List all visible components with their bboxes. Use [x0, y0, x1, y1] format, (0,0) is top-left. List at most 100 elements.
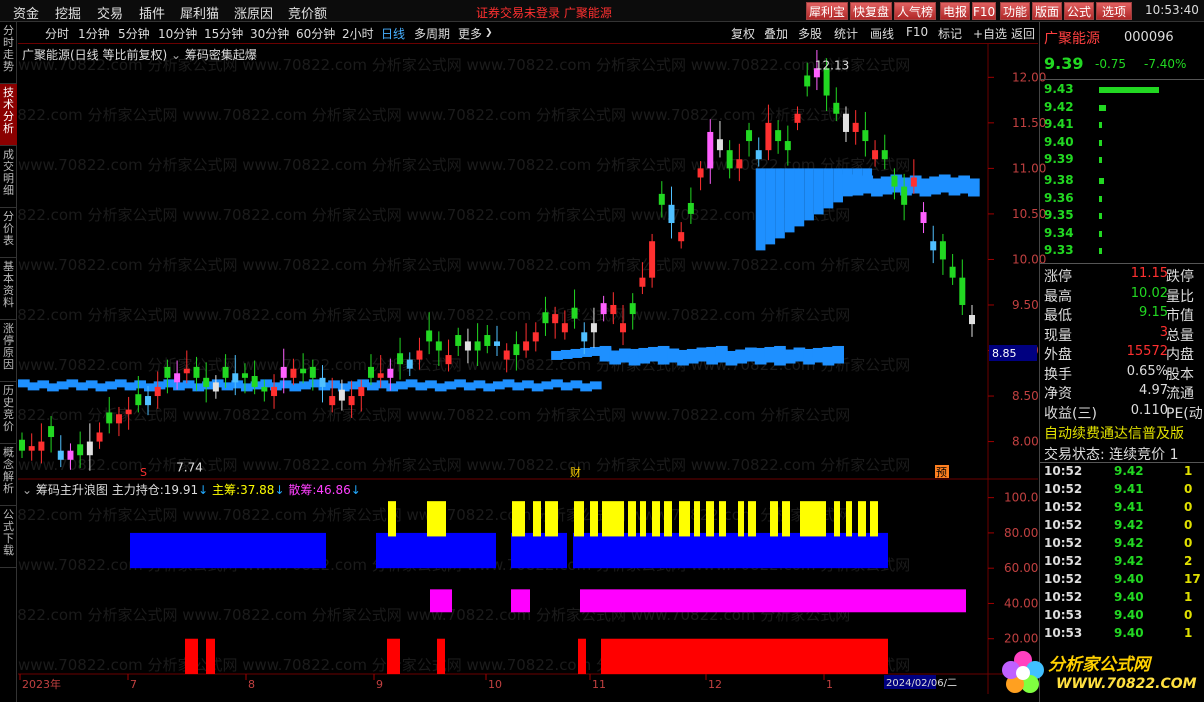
stat-value: 4.97 [1139, 383, 1168, 398]
zhu-label: 主筹: [212, 483, 241, 497]
indicator-bar [664, 501, 672, 537]
ob-price: 9.42 [1044, 99, 1074, 114]
indicator-bar [206, 638, 215, 674]
tick-time: 10:52 [1044, 590, 1083, 604]
indicator-title: ⌄ 筹码主升浪图 主力持仓:19.91↓ 主筹:37.88↓ 散筹:46.86↓ [22, 481, 361, 498]
stat-value: 11.15 [1130, 266, 1168, 281]
indicator-chevron-icon[interactable]: ⌄ [22, 483, 32, 497]
date-tick-label: 2023年 [22, 677, 61, 691]
tick-row: 10:52 9.41 0 [1044, 482, 1204, 500]
candle-body [697, 168, 704, 178]
chip-spike [813, 168, 824, 215]
quote-panel: 广聚能源 000096 9.39 -0.75 -7.40% 9.43 9.42 9.… [1039, 22, 1204, 702]
tick-price: 9.40 [1114, 608, 1144, 622]
ob-volume-bar [1099, 157, 1102, 163]
candle-body [77, 444, 84, 456]
candle-body [38, 441, 45, 451]
candle-body [901, 186, 908, 205]
down-arrow-icon: ↓ [198, 483, 209, 497]
candle-body [348, 396, 355, 406]
indicator-bar [748, 501, 756, 537]
tick-volume: 1 [1184, 590, 1193, 604]
indicator-chevron-icon[interactable]: ⌄ [171, 48, 181, 62]
bid-row: 9.36 [1044, 191, 1204, 208]
logo-url: WWW.70822.COM [1056, 676, 1197, 692]
ask-row: 9.39 [1044, 152, 1204, 169]
tick-row: 10:52 9.41 0 [1044, 500, 1204, 518]
ask-row: 9.41 [1044, 117, 1204, 134]
ob-price: 9.36 [1044, 190, 1074, 205]
indicator-bar [782, 501, 790, 537]
indicator-bar [870, 501, 878, 537]
indicator-bar [719, 501, 726, 537]
candle-body [222, 366, 229, 378]
ob-volume-bar [1099, 230, 1102, 237]
candle-body [397, 353, 404, 365]
indicator-bar [533, 501, 541, 537]
chip-spike [794, 168, 805, 227]
candle-body [232, 373, 239, 383]
stock-change: -0.75 [1095, 57, 1127, 71]
main-indicator-name[interactable]: 筹码密集起爆 [185, 48, 257, 62]
stat-label-right: 市值 [1166, 308, 1194, 324]
stat-label: 外盘 [1044, 347, 1072, 363]
candle-body [726, 150, 733, 169]
ob-price: 9.38 [1044, 173, 1074, 187]
ob-price: 9.39 [1044, 152, 1074, 166]
candle-body [86, 441, 93, 456]
date-tick-label: 11 [592, 678, 606, 691]
candle-body [261, 386, 268, 392]
stat-value: 15572 [1126, 344, 1168, 359]
indicator-bar [185, 638, 198, 674]
indicator-bar [580, 589, 966, 613]
indicator-bar [858, 501, 866, 537]
candle-body [174, 373, 181, 383]
candle-body [707, 131, 714, 169]
stat-label-right: 总量 [1166, 327, 1194, 344]
stat-row: 最低 9.15 市值 [1044, 305, 1204, 324]
tick-row: 10:52 9.42 0 [1044, 518, 1204, 536]
ind-tick-label: 40.00 [1004, 596, 1038, 610]
chart-canvas[interactable]: 12.0011.5011.0010.5010.009.509.008.508.0… [0, 0, 1204, 702]
tick-row: 10:52 9.40 17 [1044, 572, 1204, 590]
tick-price: 9.41 [1114, 500, 1144, 514]
tick-volume: 0 [1184, 500, 1193, 514]
chip-spike [765, 168, 776, 245]
cursor-price-label: 8.85 [992, 347, 1017, 360]
candle-body [358, 386, 365, 397]
stat-label-right: PE(动 [1166, 405, 1203, 422]
candle-body [716, 139, 723, 151]
tick-volume: 1 [1184, 464, 1193, 478]
indicator-bar [800, 501, 826, 537]
tick-row: 10:52 9.42 1 [1044, 464, 1204, 482]
ob-price: 9.40 [1044, 134, 1074, 149]
tick-price: 9.41 [1114, 482, 1144, 496]
indicator-name[interactable]: 筹码主升浪图 [36, 483, 108, 497]
candle-body [445, 355, 452, 365]
candle-body [881, 150, 888, 160]
candle-body [406, 359, 413, 369]
tick-time: 10:52 [1044, 536, 1083, 550]
candle-body [135, 394, 142, 406]
chip-spike [784, 168, 795, 233]
tick-time: 10:52 [1044, 572, 1083, 586]
marker-yu: 预 [936, 466, 947, 479]
tick-time: 10:53 [1044, 626, 1083, 640]
candle-body [561, 323, 568, 333]
candle-body [154, 386, 161, 397]
candle-body [106, 412, 113, 424]
tick-price: 9.40 [1114, 626, 1144, 640]
candle-body [949, 266, 956, 278]
candle-body [775, 130, 782, 142]
indicator-bar [601, 638, 888, 674]
stat-label-right: 流通 [1166, 386, 1194, 402]
tick-time: 10:52 [1044, 464, 1083, 478]
bid-row: 9.38 [1044, 173, 1204, 190]
tick-time: 10:52 [1044, 554, 1083, 568]
candle-body [571, 307, 578, 319]
scroll-notice: 自动续费通达信普及版 [1044, 426, 1184, 442]
stat-label-right: 跌停 [1166, 269, 1194, 285]
candle-body [746, 130, 753, 142]
chip-spike [755, 168, 766, 251]
date-tick-label: 8 [248, 678, 255, 691]
